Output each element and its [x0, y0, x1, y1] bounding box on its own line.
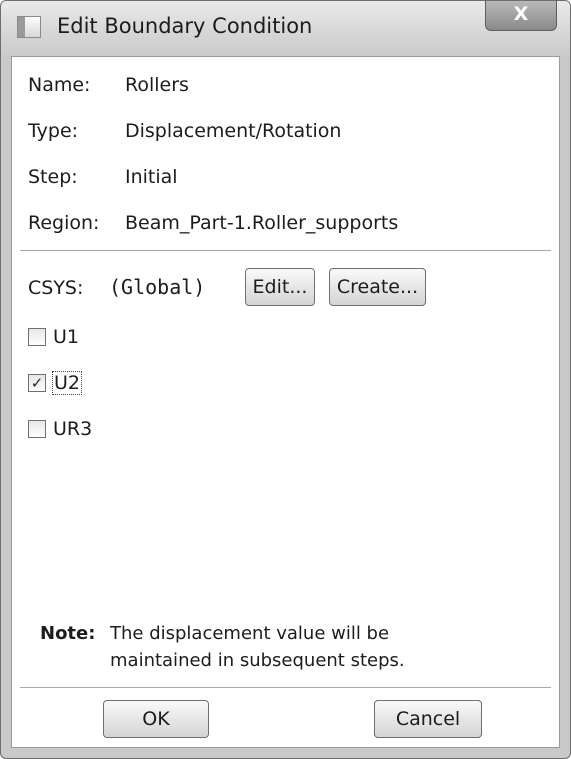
u2-label[interactable]: U2 — [52, 371, 82, 395]
separator-bottom — [20, 687, 551, 689]
region-label: Region: — [28, 212, 100, 234]
csys-value: (Global) — [109, 275, 206, 299]
edit-boundary-condition-dialog: Edit Boundary Condition X Name: Rollers … — [0, 0, 571, 759]
note-label: Note: — [40, 623, 96, 644]
csys-edit-button[interactable]: Edit... — [245, 268, 315, 306]
type-value: Displacement/Rotation — [125, 120, 342, 142]
u2-checkbox[interactable]: ✓ — [28, 374, 46, 392]
note-line-1: The displacement value will be — [110, 623, 390, 644]
note-line-2: maintained in subsequent steps. — [110, 650, 405, 671]
name-value: Rollers — [125, 74, 189, 96]
close-button[interactable]: X — [485, 1, 557, 31]
step-value: Initial — [125, 166, 178, 188]
title-bar[interactable]: Edit Boundary Condition X — [1, 1, 570, 55]
dialog-title: Edit Boundary Condition — [57, 14, 313, 38]
ok-button[interactable]: OK — [103, 700, 209, 738]
dialog-window-icon — [17, 16, 41, 38]
csys-create-button[interactable]: Create... — [329, 268, 426, 306]
csys-label: CSYS: — [28, 277, 84, 299]
u1-label[interactable]: U1 — [52, 326, 80, 348]
u1-checkbox[interactable] — [28, 328, 46, 346]
type-label: Type: — [28, 120, 79, 142]
ur3-checkbox[interactable] — [28, 420, 46, 438]
ur3-label[interactable]: UR3 — [52, 418, 93, 440]
separator-top — [20, 250, 551, 252]
dialog-body: Name: Rollers Type: Displacement/Rotatio… — [11, 56, 560, 748]
close-icon: X — [513, 3, 529, 25]
check-mark-icon: ✓ — [30, 374, 44, 392]
name-label: Name: — [28, 74, 91, 96]
step-label: Step: — [28, 166, 78, 188]
region-value: Beam_Part-1.Roller_supports — [125, 212, 399, 234]
cancel-button[interactable]: Cancel — [374, 700, 482, 738]
